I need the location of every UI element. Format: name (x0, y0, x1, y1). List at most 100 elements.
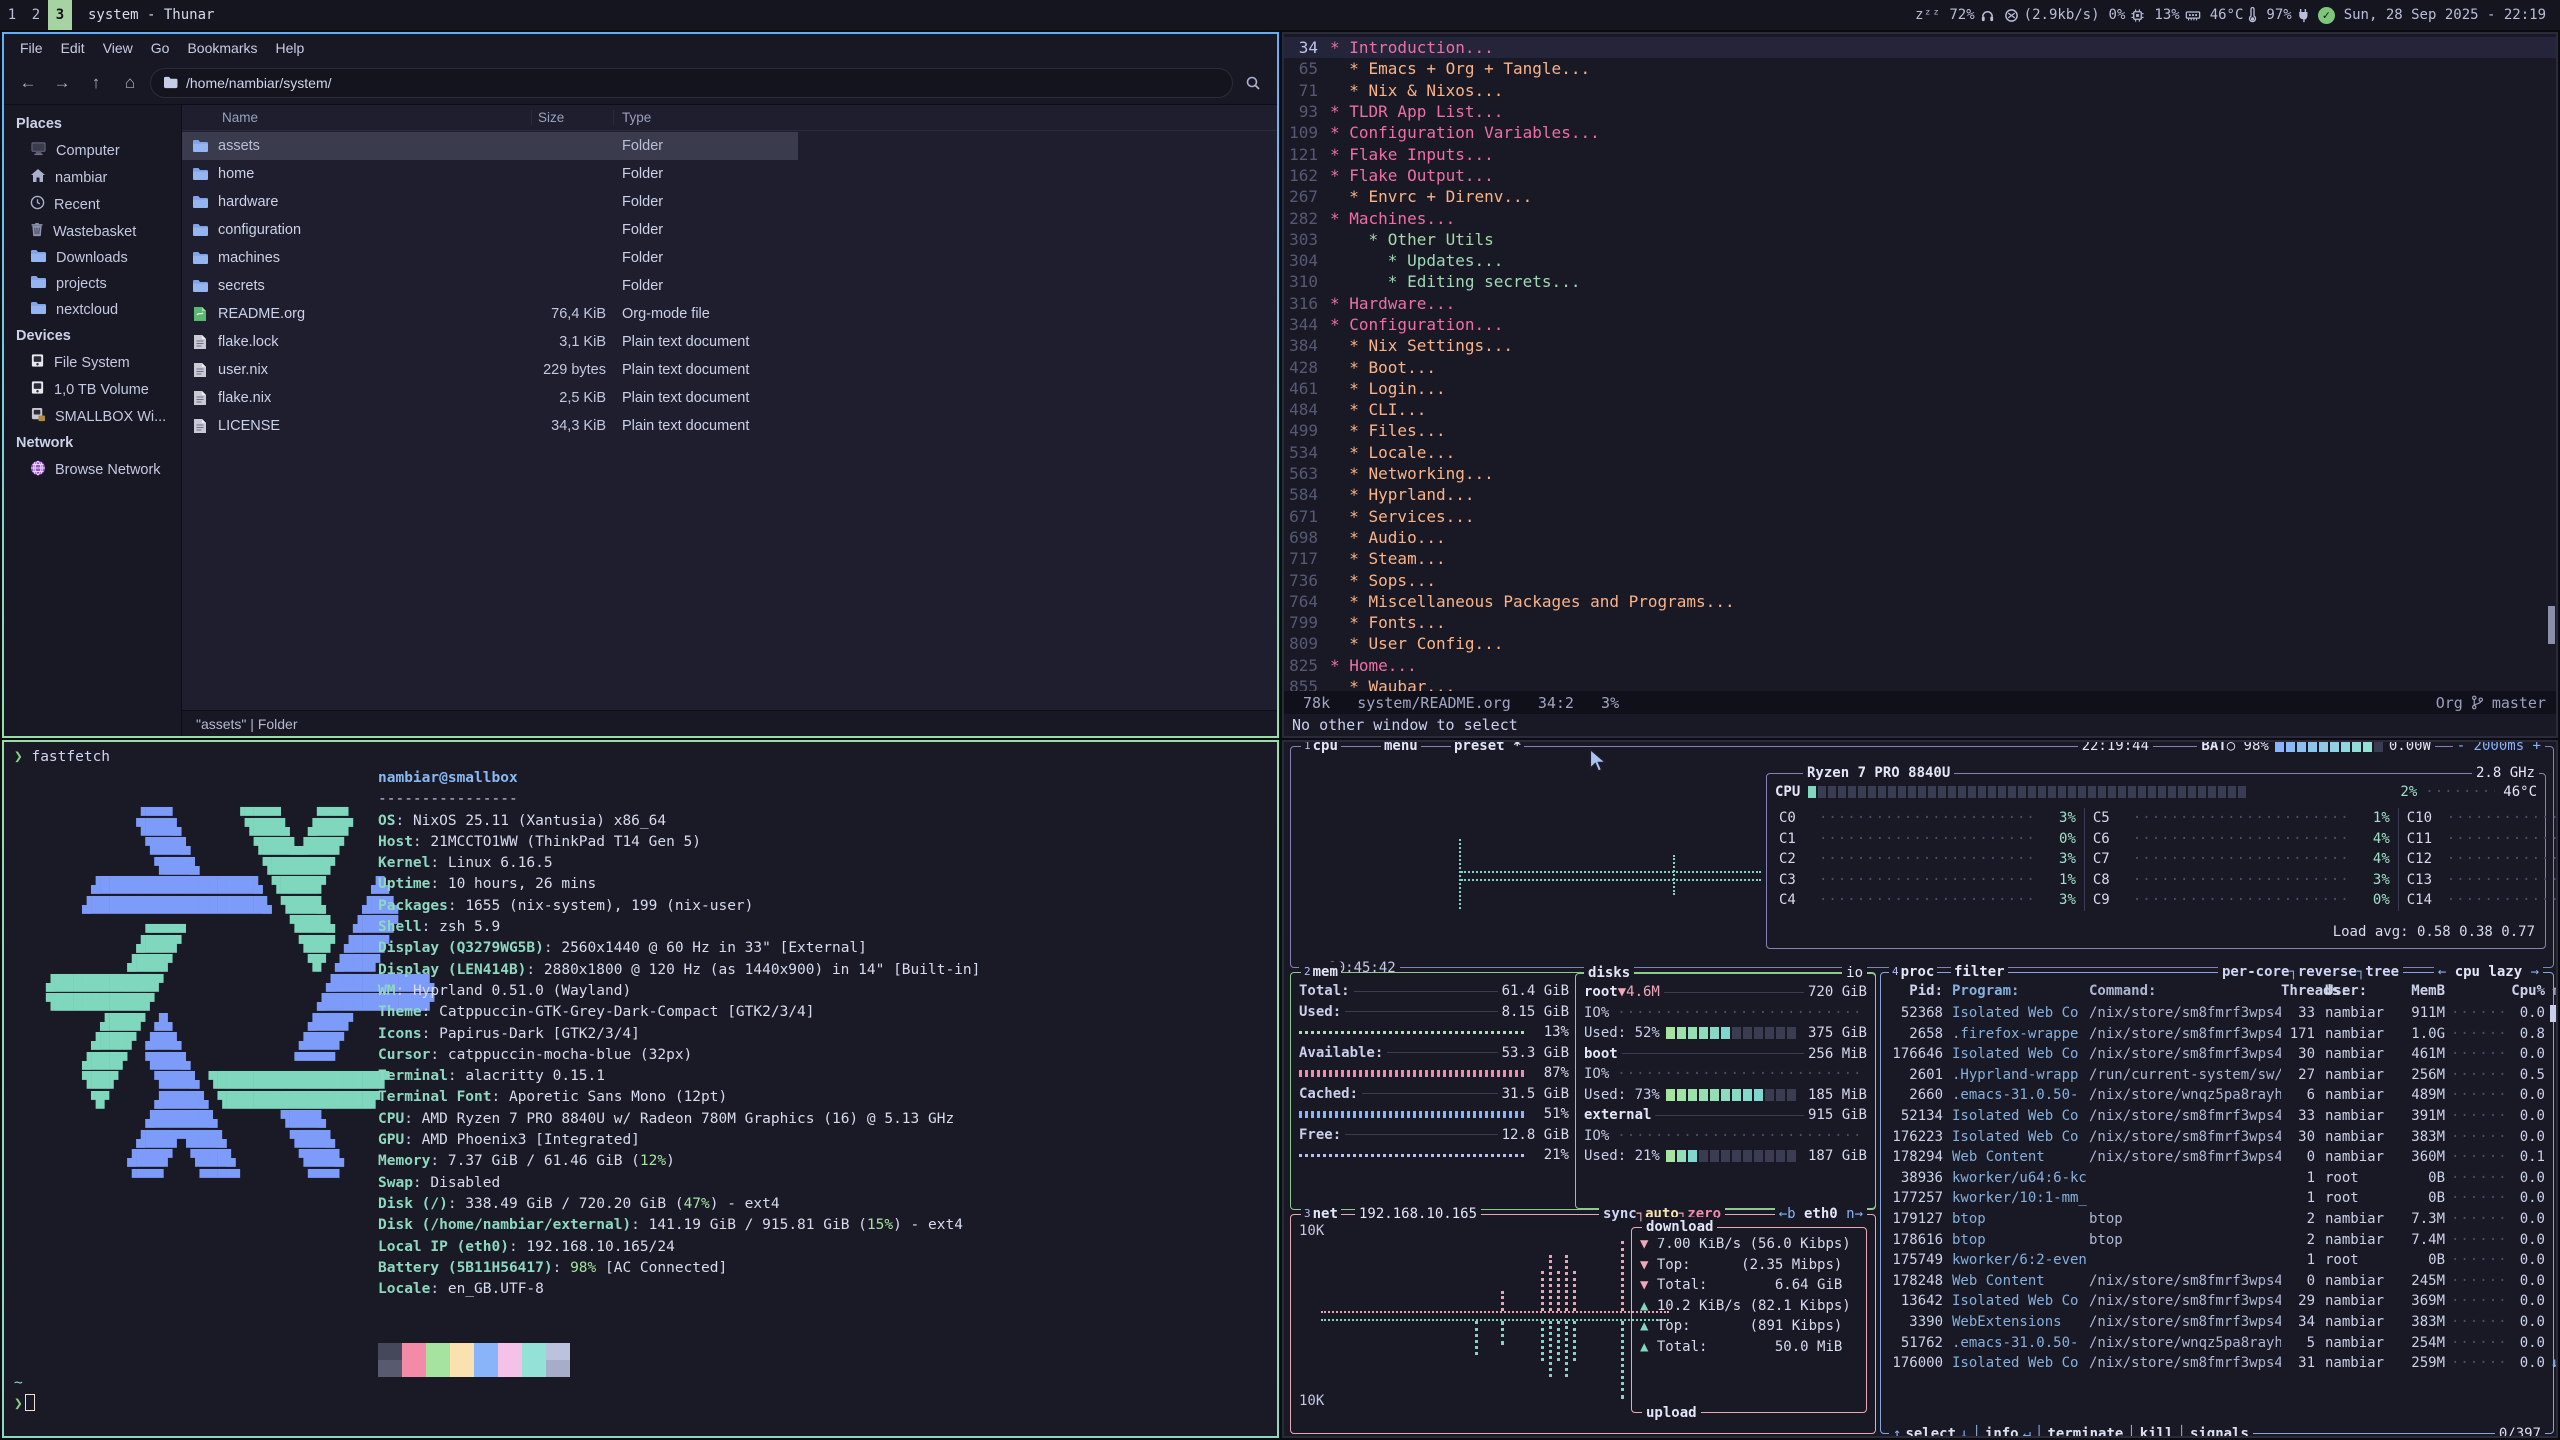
proc-col-header[interactable]: Threads: (2281, 981, 2315, 1002)
search-button[interactable] (1239, 69, 1267, 97)
list-column-headers[interactable]: Name Size Type (182, 105, 1277, 131)
menu-file[interactable]: File (12, 37, 51, 59)
volume-module[interactable]: 72% (1949, 7, 1994, 23)
process-row[interactable]: 178616btopbtop2nambiar7.4M·········0.0 (1887, 1230, 2547, 1251)
cpu-module[interactable]: 0% (2109, 7, 2146, 23)
back-button[interactable]: ← (14, 69, 42, 97)
menu-button[interactable]: menu (1381, 742, 1421, 757)
process-row[interactable]: 52134Isolated Web Co/nix/store/sm8fmrf3w… (1887, 1106, 2547, 1127)
sidebar-item-smallbox-wi-[interactable]: SMALLBOX Wi... (4, 403, 181, 430)
sidebar-item-nambiar[interactable]: nambiar (4, 164, 181, 191)
file-row[interactable]: configurationFolder (182, 216, 798, 244)
terminal-content[interactable]: ❯ fastfetch ▗▄▄▄ ▗▄▄▄▄ ▄▄▄▖ ▜███▙ ▜███▙ … (4, 742, 1277, 1436)
workspace-switcher[interactable]: 123 (0, 0, 72, 30)
sidebar-item-computer[interactable]: Computer (4, 137, 181, 164)
emacs-buffer[interactable]: 34* Introduction...65 * Emacs + Org + Ta… (1284, 34, 2556, 691)
workspace-button-2[interactable]: 2 (24, 0, 48, 30)
process-row[interactable]: 176223Isolated Web Co/nix/store/sm8fmrf3… (1887, 1127, 2547, 1148)
org-heading: * Updates... (1330, 251, 1503, 270)
sidebar-item-file-system[interactable]: File System (4, 349, 181, 376)
file-name: home (218, 166, 532, 182)
file-row[interactable]: user.nix229 bytesPlain text document (182, 356, 798, 384)
file-row[interactable]: flake.lock3,1 KiBPlain text document (182, 328, 798, 356)
file-row[interactable]: secretsFolder (182, 272, 798, 300)
sidebar-item-nextcloud[interactable]: nextcloud (4, 297, 181, 323)
menu-go[interactable]: Go (143, 37, 178, 59)
cpu-box-title[interactable]: 1cpu (1301, 742, 1341, 757)
file-row[interactable]: assetsFolder (182, 132, 798, 160)
org-heading: * Boot... (1330, 358, 1436, 377)
org-heading: * Home... (1330, 656, 1417, 675)
clock-module[interactable]: Sun, 28 Sep 2025 - 22:19 (2344, 7, 2546, 23)
org-heading-line: 855 * Waubar... (1284, 676, 2556, 691)
menu-edit[interactable]: Edit (53, 37, 93, 59)
network-module[interactable]: (2.9kb/s) (2004, 7, 2100, 23)
sidebar-item-downloads[interactable]: Downloads (4, 245, 181, 271)
process-row[interactable]: 52368Isolated Web Co/nix/store/sm8fmrf3w… (1887, 1003, 2547, 1024)
process-row[interactable]: 178294Web Content/nix/store/sm8fmrf3wps4… (1887, 1147, 2547, 1168)
net-stats-panel: download ▼ 7.00 KiB/s (56.0 Kibps)▼ Top:… (1631, 1227, 1867, 1413)
file-row[interactable]: hardwareFolder (182, 188, 798, 216)
emacs-scrollbar[interactable] (2548, 606, 2555, 644)
process-row[interactable]: 179127btopbtop2nambiar7.3M·········0.0 (1887, 1209, 2547, 1230)
up-button[interactable]: ↑ (82, 69, 110, 97)
workspace-button-1[interactable]: 1 (0, 0, 24, 30)
process-row[interactable]: 13642Isolated Web Co/nix/store/sm8fmrf3w… (1887, 1291, 2547, 1312)
workspace-button-3[interactable]: 3 (48, 0, 72, 30)
systemd-status[interactable]: ✓ (2318, 7, 2335, 24)
disks-title[interactable]: disks (1584, 963, 1634, 984)
file-row[interactable]: README.org76,4 KiBOrg-mode file (182, 300, 798, 328)
proc-col-header[interactable]: Program: (1943, 981, 2089, 1002)
sidebar-item-browse-network[interactable]: Browse Network (4, 456, 181, 484)
menu-help[interactable]: Help (268, 37, 313, 59)
process-row[interactable]: 51762.emacs-31.0.50-/nix/store/wnqz5pa8r… (1887, 1333, 2547, 1354)
process-row[interactable]: 38936kworker/u64:6-kc1root0B·········0.0 (1887, 1168, 2547, 1189)
proc-col-header[interactable]: Command: (2089, 981, 2281, 1002)
process-row[interactable]: 176000Isolated Web Co/nix/store/sm8fmrf3… (1887, 1353, 2547, 1374)
process-row[interactable]: 176646Isolated Web Co/nix/store/sm8fmrf3… (1887, 1044, 2547, 1065)
proc-filter-button[interactable]: filter (1951, 962, 2008, 983)
process-row[interactable]: 178248Web Content/nix/store/sm8fmrf3wps4… (1887, 1271, 2547, 1292)
idle-inhibitor[interactable]: zᶻᶻ (1915, 7, 1940, 23)
path-bar[interactable]: /home/nambiar/system/ (150, 68, 1233, 98)
file-row[interactable]: LICENSE34,3 KiBPlain text document (182, 412, 798, 440)
sidebar-item-projects[interactable]: projects (4, 271, 181, 297)
proc-scrollbar-thumb[interactable] (2550, 1005, 2556, 1022)
process-row[interactable]: 177257kworker/10:1-mm_1root0B·········0.… (1887, 1188, 2547, 1209)
sidebar-item-1-0-tb-volume[interactable]: 1,0 TB Volume (4, 376, 181, 403)
proc-options[interactable]: per-core┐reverse┐tree (2218, 962, 2403, 983)
process-row[interactable]: 3390WebExtensions/nix/store/sm8fmrf3wps4… (1887, 1312, 2547, 1333)
proc-sort-control[interactable]: ← cpu lazy → (2434, 962, 2543, 983)
file-row[interactable]: flake.nix2,5 KiBPlain text document (182, 384, 798, 412)
proc-col-header[interactable]: MemB (2395, 981, 2445, 1002)
net-interface[interactable]: ←b eth0 n→ (1775, 1204, 1867, 1225)
file-row[interactable]: machinesFolder (182, 244, 798, 272)
sidebar-item-recent[interactable]: Recent (4, 191, 181, 218)
fastfetch-line: GPU: AMD Phoenix3 [Integrated] (378, 1130, 980, 1151)
home-button[interactable]: ⌂ (116, 69, 144, 97)
cpu-core-c14: C14·······················4% (2398, 890, 2556, 911)
menu-bookmarks[interactable]: Bookmarks (179, 37, 265, 59)
process-row[interactable]: 2660.emacs-31.0.50-/nix/store/wnqz5pa8ra… (1887, 1085, 2547, 1106)
battery-module[interactable]: 97% (2266, 7, 2308, 23)
menu-view[interactable]: View (95, 37, 141, 59)
proc-col-header[interactable]: Cpu% (2509, 981, 2545, 1002)
proc-col-header[interactable]: User: (2315, 981, 2395, 1002)
file-row[interactable]: homeFolder (182, 160, 798, 188)
process-row[interactable]: 2601.Hyprland-wrapp/run/current-system/s… (1887, 1065, 2547, 1086)
temperature-module[interactable]: 46°C (2210, 7, 2258, 23)
forward-button[interactable]: → (48, 69, 76, 97)
btop-disks-panel: disks io root ▼4.6M720 GiBIO%···········… (1575, 973, 1876, 1209)
proc-box-title[interactable]: 4proc (1889, 962, 1937, 983)
disks-io-toggle[interactable]: io (1842, 963, 1867, 984)
thunar-window: FileEditViewGoBookmarksHelp ← → ↑ ⌂ /hom… (2, 32, 1279, 738)
mem-box-title[interactable]: 2mem (1301, 962, 1341, 983)
proc-footer[interactable]: ↑ select ↓│info ↵│terminate│kill│signals (1889, 1424, 2253, 1437)
process-row[interactable]: 2658.firefox-wrappe/nix/store/sm8fmrf3wp… (1887, 1024, 2547, 1045)
preset-button[interactable]: preset * (1451, 742, 1524, 757)
memory-module[interactable]: 13% (2154, 7, 2200, 23)
proc-col-header[interactable]: Pid: (1887, 981, 1943, 1002)
update-interval-control[interactable]: - 2000ms + (2453, 742, 2545, 757)
process-row[interactable]: 175749kworker/6:2-even1root0B·········0.… (1887, 1250, 2547, 1271)
sidebar-item-wastebasket[interactable]: Wastebasket (4, 218, 181, 245)
